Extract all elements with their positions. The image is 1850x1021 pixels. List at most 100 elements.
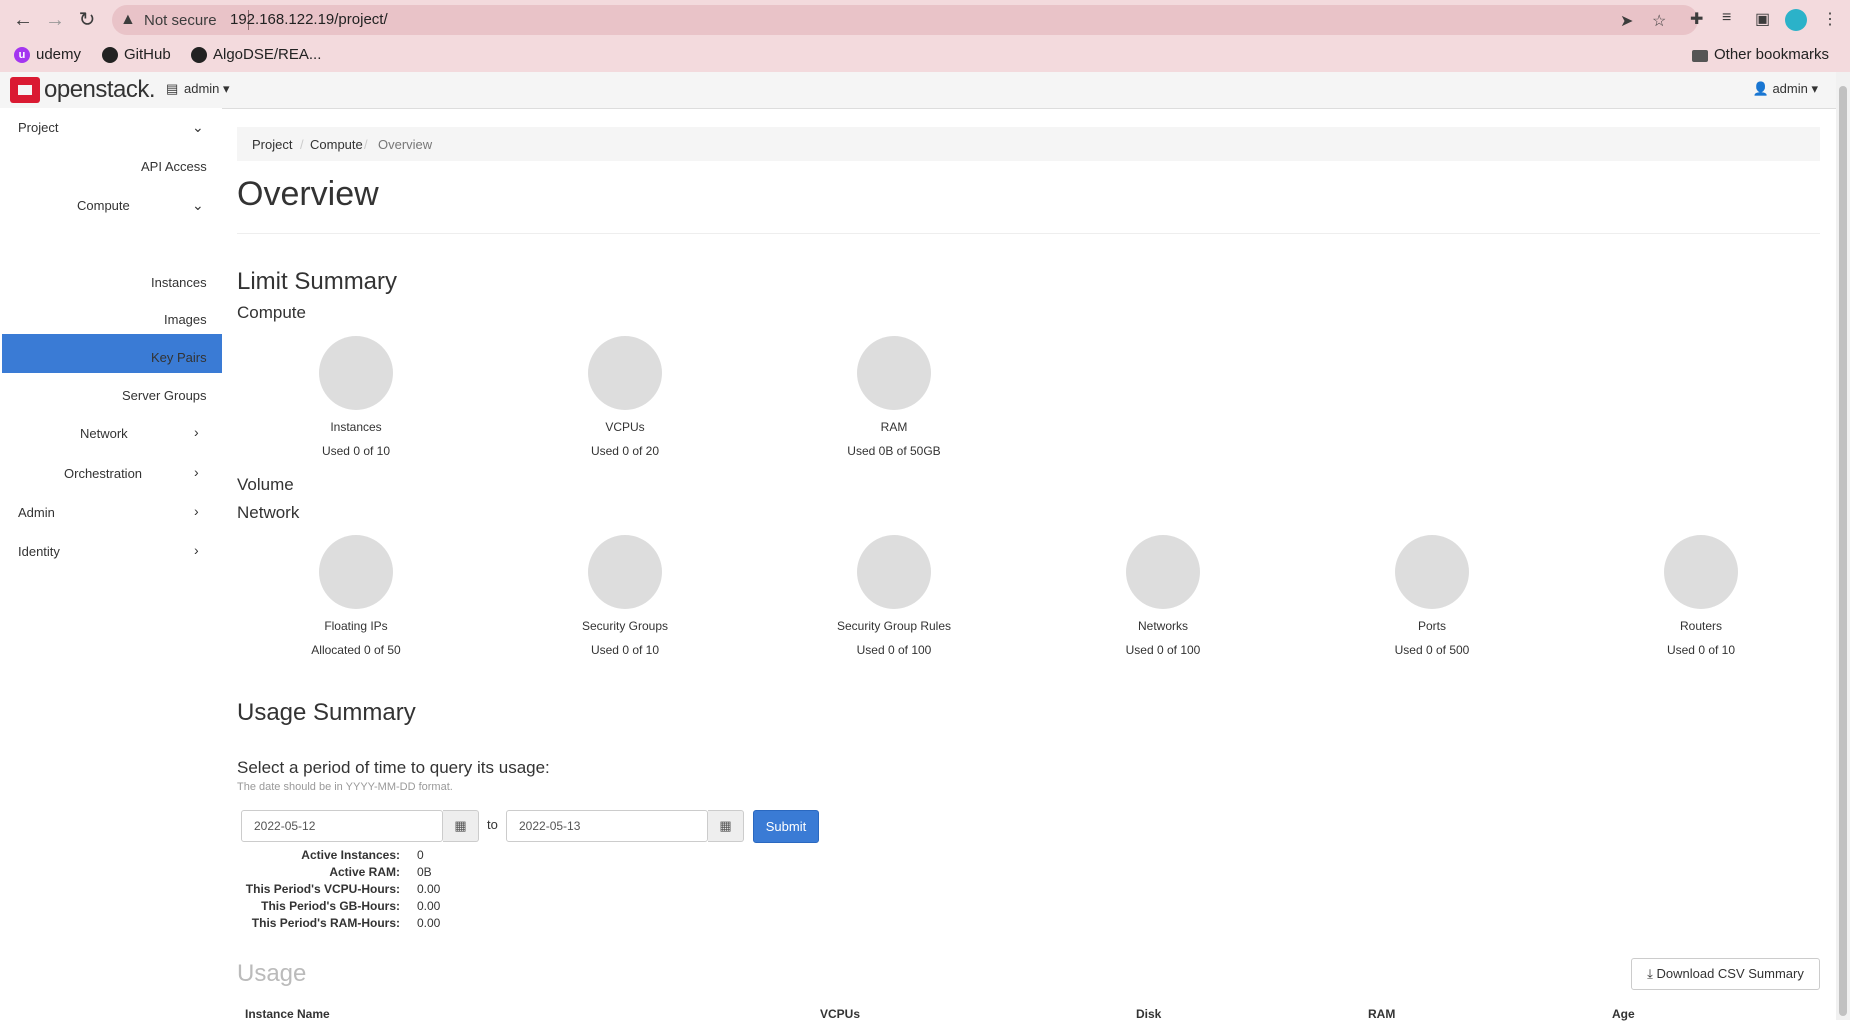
end-date-input[interactable]: 2022-05-13 bbox=[506, 810, 708, 842]
user-dropdown[interactable]: 👤 admin ▾ bbox=[1753, 81, 1818, 97]
page-title: Overview bbox=[237, 175, 379, 213]
quota-usage: Used 0 of 20 bbox=[590, 444, 660, 458]
pie-chart-networks bbox=[1126, 535, 1200, 609]
pie-chart-routers bbox=[1664, 535, 1738, 609]
chevron-down-icon[interactable]: ⌄ bbox=[192, 119, 204, 136]
address-bar[interactable]: ▲ Not secure 192.168.122.19/project/ ➤ ☆ bbox=[112, 5, 1698, 35]
sidebar-item-api-access[interactable]: API Access bbox=[141, 159, 207, 174]
sidebar-item-network[interactable]: Network bbox=[80, 426, 128, 441]
github-icon bbox=[102, 46, 118, 63]
query-help: The date should be in YYYY-MM-DD format. bbox=[237, 781, 453, 793]
query-title: Select a period of time to query its usa… bbox=[237, 758, 550, 777]
back-icon[interactable]: ← bbox=[10, 7, 36, 33]
sidebar-item-project[interactable]: Project bbox=[18, 120, 58, 135]
stat-value: 0B bbox=[417, 865, 432, 879]
scrollbar-thumb[interactable] bbox=[1839, 86, 1847, 1016]
bookmark-udemy[interactable]: u udemy bbox=[14, 46, 81, 63]
sidebar-item-admin[interactable]: Admin bbox=[18, 505, 55, 520]
udemy-icon: u bbox=[14, 46, 30, 63]
sidebar-item-orchestration[interactable]: Orchestration bbox=[64, 466, 142, 481]
quota-usage: Used 0 of 100 bbox=[1125, 643, 1201, 657]
to-label: to bbox=[487, 817, 498, 832]
github-icon bbox=[191, 46, 207, 63]
stat-value: 0.00 bbox=[417, 882, 441, 896]
quota-label: Security Groups bbox=[581, 619, 669, 633]
reading-list-icon[interactable]: ≡ bbox=[1722, 9, 1731, 27]
bookmark-algodse[interactable]: AlgoDSE/REA... bbox=[191, 46, 321, 63]
chevron-down-icon[interactable]: ⌄ bbox=[192, 197, 204, 214]
column-header[interactable]: RAM bbox=[1368, 1007, 1395, 1021]
breadcrumb-separator: / bbox=[364, 137, 368, 152]
user-icon: 👤 bbox=[1752, 81, 1769, 96]
breadcrumb: Project / Compute / Overview bbox=[237, 127, 1820, 161]
column-header[interactable]: Disk bbox=[1136, 1007, 1161, 1021]
quota-usage: Used 0 of 10 bbox=[590, 643, 660, 657]
download-csv-button[interactable]: ⤓ Download CSV Summary bbox=[1631, 958, 1820, 990]
quota-label: VCPUs bbox=[605, 420, 645, 434]
url-text[interactable]: 192.168.122.19/project/ bbox=[230, 11, 388, 28]
pie-chart-security-groups bbox=[588, 535, 662, 609]
openstack-logo-icon bbox=[10, 77, 40, 103]
column-header[interactable]: VCPUs bbox=[820, 1007, 860, 1021]
logo-text: openstack. bbox=[44, 76, 156, 103]
extensions-icon[interactable]: ✚ bbox=[1690, 9, 1703, 29]
sidebar-item-images[interactable]: Images bbox=[164, 312, 207, 327]
quota-label: Routers bbox=[1679, 619, 1723, 633]
quota-label: RAM bbox=[880, 420, 908, 434]
usage-summary-title: Usage Summary bbox=[237, 699, 416, 726]
quota-usage: Used 0 of 10 bbox=[321, 444, 391, 458]
star-icon[interactable]: ☆ bbox=[1652, 11, 1666, 31]
chevron-right-icon[interactable]: › bbox=[194, 464, 199, 480]
menu-icon[interactable]: ⋮ bbox=[1822, 9, 1838, 29]
column-header[interactable]: Instance Name bbox=[245, 1007, 330, 1021]
download-icon: ⤓ bbox=[1647, 966, 1653, 981]
chevron-right-icon[interactable]: › bbox=[194, 503, 199, 519]
other-bookmarks[interactable]: Other bookmarks bbox=[1692, 46, 1829, 63]
browser-toolbar: ← → ↻ ▲ Not secure 192.168.122.19/projec… bbox=[0, 0, 1850, 40]
quota-usage: Used 0B of 50GB bbox=[847, 444, 941, 458]
sidebar-item-overview[interactable]: Overview bbox=[152, 237, 206, 252]
reload-icon[interactable]: ↻ bbox=[74, 7, 100, 33]
pie-chart-security-group-rules bbox=[857, 535, 931, 609]
pie-chart-ports bbox=[1395, 535, 1469, 609]
limit-summary-title: Limit Summary bbox=[237, 268, 398, 295]
side-panel-icon[interactable]: ▣ bbox=[1755, 9, 1770, 29]
chevron-right-icon[interactable]: › bbox=[194, 542, 199, 558]
calendar-icon[interactable]: ▦ bbox=[443, 810, 479, 842]
divider bbox=[237, 233, 1820, 234]
bookmark-label: GitHub bbox=[124, 46, 171, 63]
project-dropdown-label: admin ▾ bbox=[184, 81, 230, 96]
stat-label: Active RAM: bbox=[329, 865, 400, 879]
sidebar-item-server-groups[interactable]: Server Groups bbox=[122, 388, 207, 403]
start-date-input[interactable]: 2022-05-12 bbox=[241, 810, 443, 842]
chevron-right-icon[interactable]: › bbox=[194, 424, 199, 440]
warning-icon: ▲ bbox=[120, 11, 136, 28]
profile-avatar[interactable] bbox=[1785, 9, 1807, 31]
bookmark-github[interactable]: GitHub bbox=[102, 46, 171, 63]
breadcrumb-project[interactable]: Project bbox=[252, 137, 292, 152]
breadcrumb-separator: / bbox=[300, 137, 304, 152]
stat-value: 0 bbox=[417, 848, 424, 862]
quota-usage: Used 0 of 10 bbox=[1666, 643, 1736, 657]
submit-button[interactable]: Submit bbox=[753, 810, 819, 843]
sidebar-item-instances[interactable]: Instances bbox=[151, 275, 207, 290]
bookmark-label: udemy bbox=[36, 46, 82, 63]
column-header[interactable]: Age bbox=[1612, 1007, 1635, 1021]
sidebar-item-key-pairs[interactable]: Key Pairs bbox=[151, 350, 207, 365]
bookmarks-bar: u udemy GitHub AlgoDSE/REA... Other book… bbox=[0, 40, 1850, 72]
project-dropdown[interactable]: ▤ admin ▾ bbox=[166, 81, 230, 97]
calendar-icon[interactable]: ▦ bbox=[708, 810, 744, 842]
page-scrollbar[interactable] bbox=[1836, 72, 1850, 1020]
user-dropdown-label: admin ▾ bbox=[1772, 81, 1818, 96]
pie-chart-vcpus bbox=[588, 336, 662, 410]
volume-section-title: Volume bbox=[237, 475, 294, 494]
sidebar-item-identity[interactable]: Identity bbox=[18, 544, 60, 559]
breadcrumb-compute[interactable]: Compute bbox=[310, 137, 363, 152]
quota-label: Floating IPs bbox=[324, 619, 388, 633]
quota-label: Networks bbox=[1137, 619, 1188, 633]
sidebar-item-compute[interactable]: Compute bbox=[77, 198, 130, 213]
send-icon[interactable]: ➤ bbox=[1620, 11, 1633, 31]
forward-icon[interactable]: → bbox=[42, 7, 68, 33]
pie-chart-ram bbox=[857, 336, 931, 410]
openstack-logo[interactable]: openstack. bbox=[10, 76, 156, 104]
